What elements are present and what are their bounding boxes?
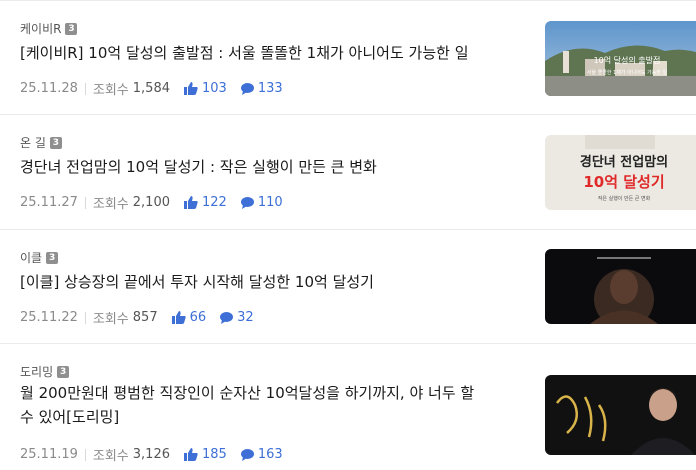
post-title[interactable]: 월 200만원대 평범한 직장인이 순자산 10억달성을 하기까지, 야 너두 … <box>20 381 490 429</box>
like-stat: 103 <box>184 81 227 96</box>
thumbnail-subline: 서울 똘똘한 1채가 아니어도 가능한 일 <box>587 69 668 76</box>
speech-bubble-icon <box>240 448 254 461</box>
meta-divider <box>84 448 86 461</box>
like-count: 103 <box>202 81 227 96</box>
author-name[interactable]: 온 길 <box>20 134 46 151</box>
post-item[interactable]: 온 길 3 경단녀 전업맘의 10억 달성기 : 작은 실행이 만든 큰 변화 … <box>0 114 696 229</box>
post-item[interactable]: 케이비R 3 [케이비R] 10억 달성의 출발점 : 서울 똘똘한 1채가 아… <box>0 0 696 114</box>
meta-divider <box>84 311 86 324</box>
post-item[interactable]: 이클 3 [이클] 상승장의 끝에서 투자 시작해 달성한 10억 달성기 25… <box>0 229 696 343</box>
post-thumbnail[interactable]: 경단녀 전업맘의 10억 달성기 작은 실행이 만든 큰 변화 <box>545 135 696 210</box>
level-badge: 3 <box>49 136 62 149</box>
like-count: 66 <box>189 310 207 325</box>
author-name[interactable]: 이클 <box>20 249 42 266</box>
comment-count: 133 <box>257 81 283 96</box>
comment-stat: 110 <box>240 195 283 210</box>
like-stat: 185 <box>184 447 227 462</box>
speech-bubble-icon <box>240 196 254 209</box>
level-badge: 3 <box>65 22 78 35</box>
post-meta: 25.11.22 조회수 857 66 32 <box>20 308 254 327</box>
thumbnail-headline: 경단녀 전업맘의 <box>580 154 668 170</box>
post-thumbnail[interactable] <box>545 249 696 324</box>
like-count: 185 <box>202 447 227 462</box>
post-title[interactable]: [이클] 상승장의 끝에서 투자 시작해 달성한 10억 달성기 <box>20 270 520 294</box>
views-label: 조회수 <box>92 312 129 327</box>
thumbs-up-icon <box>184 82 198 95</box>
level-badge: 3 <box>57 365 70 378</box>
author-name[interactable]: 도리밍 <box>20 363 53 380</box>
like-stat: 66 <box>171 310 207 325</box>
comment-count: 32 <box>237 310 254 325</box>
views-count: 2,100 <box>132 195 170 210</box>
comment-stat: 133 <box>240 81 283 96</box>
meta-divider <box>84 196 86 209</box>
post-date: 25.11.27 <box>20 195 78 210</box>
views-label: 조회수 <box>92 197 129 212</box>
like-stat: 122 <box>184 195 227 210</box>
post-feed: 케이비R 3 [케이비R] 10억 달성의 출발점 : 서울 똘똘한 1채가 아… <box>0 0 696 470</box>
thumbs-up-icon <box>184 448 198 461</box>
views-count: 3,126 <box>132 447 170 462</box>
post-meta: 25.11.28 조회수 1,584 103 133 <box>20 79 283 98</box>
views-count: 857 <box>132 310 158 325</box>
thumbnail-headline: 10억 달성의 출발점 <box>594 55 661 65</box>
post-author[interactable]: 이클 3 <box>20 249 59 266</box>
author-name[interactable]: 케이비R <box>20 20 61 37</box>
post-thumbnail[interactable]: 10억 달성의 출발점 서울 똘똘한 1채가 아니어도 가능한 일 <box>545 21 696 96</box>
post-meta: 25.11.19 조회수 3,126 185 163 <box>20 445 283 464</box>
speech-bubble-icon <box>240 82 254 95</box>
post-author[interactable]: 케이비R 3 <box>20 20 78 37</box>
comment-count: 163 <box>257 447 283 462</box>
post-item[interactable]: 도리밍 3 월 200만원대 평범한 직장인이 순자산 10억달성을 하기까지,… <box>0 343 696 470</box>
post-thumbnail[interactable] <box>545 375 696 455</box>
post-date: 25.11.19 <box>20 447 78 462</box>
speech-bubble-icon <box>220 311 234 324</box>
post-meta: 25.11.27 조회수 2,100 122 110 <box>20 193 283 212</box>
thumbs-up-icon <box>171 311 186 324</box>
views-label: 조회수 <box>92 83 129 98</box>
post-date: 25.11.22 <box>20 310 78 325</box>
views-count: 1,584 <box>132 81 170 96</box>
comment-stat: 32 <box>220 310 254 325</box>
post-date: 25.11.28 <box>20 81 78 96</box>
level-badge: 3 <box>46 251 59 264</box>
post-title[interactable]: 경단녀 전업맘의 10억 달성기 : 작은 실행이 만든 큰 변화 <box>20 155 520 179</box>
post-author[interactable]: 온 길 3 <box>20 134 62 151</box>
meta-divider <box>84 82 86 95</box>
thumbs-up-icon <box>184 196 198 209</box>
views-label: 조회수 <box>92 449 129 464</box>
thumbnail-subline: 작은 실행이 만든 큰 변화 <box>598 195 651 202</box>
post-title[interactable]: [케이비R] 10억 달성의 출발점 : 서울 똘똘한 1채가 아니어도 가능한… <box>20 41 520 65</box>
comment-count: 110 <box>257 195 283 210</box>
comment-stat: 163 <box>240 447 283 462</box>
like-count: 122 <box>202 195 227 210</box>
post-author[interactable]: 도리밍 3 <box>20 363 70 380</box>
thumbnail-highlight: 10억 달성기 <box>583 173 664 191</box>
